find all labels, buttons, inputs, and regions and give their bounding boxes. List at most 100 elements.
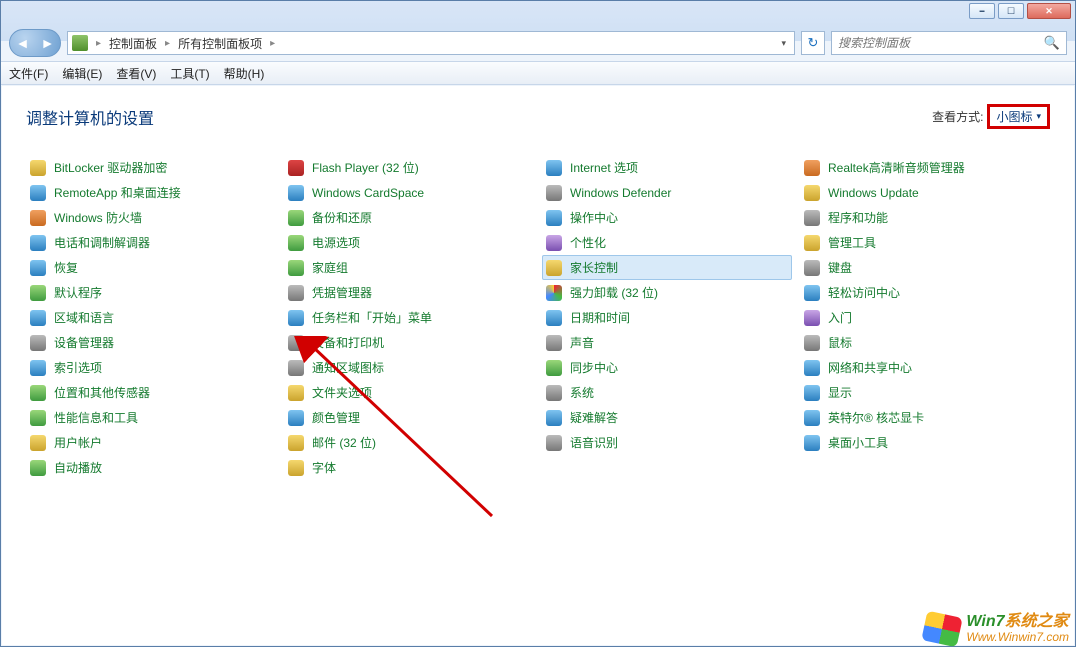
search-input[interactable] — [838, 36, 1044, 50]
address-dropdown[interactable]: ▾ — [777, 38, 790, 49]
control-panel-item[interactable]: 操作中心 — [542, 205, 792, 230]
control-panel-item-icon — [288, 285, 304, 301]
control-panel-item[interactable]: 语音识别 — [542, 430, 792, 455]
control-panel-item[interactable]: 恢复 — [26, 255, 276, 280]
control-panel-item[interactable]: Internet 选项 — [542, 155, 792, 180]
menu-edit[interactable]: 编辑(E) — [62, 65, 102, 82]
control-panel-item-icon — [546, 385, 562, 401]
control-panel-item-label: 显示 — [828, 384, 852, 401]
view-by-dropdown[interactable]: 小图标 — [996, 108, 1041, 125]
control-panel-item-label: 语音识别 — [570, 434, 618, 451]
control-panel-item-label: 声音 — [570, 334, 594, 351]
menu-view[interactable]: 查看(V) — [116, 65, 156, 82]
control-panel-item[interactable]: RemoteApp 和桌面连接 — [26, 180, 276, 205]
control-panel-item[interactable]: 位置和其他传感器 — [26, 380, 276, 405]
control-panel-item-label: 索引选项 — [54, 359, 102, 376]
menu-help[interactable]: 帮助(H) — [224, 65, 265, 82]
control-panel-item[interactable]: 网络和共享中心 — [800, 355, 1050, 380]
control-panel-item[interactable]: 设备和打印机 — [284, 330, 534, 355]
control-panel-item[interactable]: 疑难解答 — [542, 405, 792, 430]
control-panel-item[interactable]: 轻松访问中心 — [800, 280, 1050, 305]
control-panel-item-icon — [804, 285, 820, 301]
control-panel-item[interactable]: 字体 — [284, 455, 534, 480]
control-panel-item[interactable]: 声音 — [542, 330, 792, 355]
control-panel-item-icon — [804, 410, 820, 426]
navigation-bar: ◄ ► ▸ 控制面板 ▸ 所有控制面板项 ▸ ▾ ↻ 🔍 — [1, 25, 1075, 61]
search-icon[interactable]: 🔍 — [1044, 35, 1060, 51]
control-panel-item[interactable]: 用户帐户 — [26, 430, 276, 455]
control-panel-item[interactable]: 备份和还原 — [284, 205, 534, 230]
control-panel-item[interactable]: Windows Update — [800, 180, 1050, 205]
control-panel-item[interactable]: 文件夹选项 — [284, 380, 534, 405]
control-panel-item-label: 网络和共享中心 — [828, 359, 912, 376]
control-panel-item-label: Windows Update — [828, 186, 919, 200]
control-panel-item[interactable]: Flash Player (32 位) — [284, 155, 534, 180]
control-panel-item[interactable]: 家庭组 — [284, 255, 534, 280]
control-panel-item[interactable]: 入门 — [800, 305, 1050, 330]
control-panel-item[interactable]: 设备管理器 — [26, 330, 276, 355]
control-panel-item[interactable]: 邮件 (32 位) — [284, 430, 534, 455]
control-panel-item-label: 日期和时间 — [570, 309, 630, 326]
control-panel-item-icon — [30, 210, 46, 226]
control-panel-item[interactable]: 系统 — [542, 380, 792, 405]
control-panel-item[interactable]: 索引选项 — [26, 355, 276, 380]
control-panel-item-label: 操作中心 — [570, 209, 618, 226]
control-panel-item-label: 系统 — [570, 384, 594, 401]
forward-button[interactable]: ► — [35, 30, 60, 56]
control-panel-item-icon — [546, 435, 562, 451]
control-panel-item[interactable]: 任务栏和「开始」菜单 — [284, 305, 534, 330]
control-panel-item[interactable]: Windows CardSpace — [284, 180, 534, 205]
control-panel-item[interactable]: Windows Defender — [542, 180, 792, 205]
control-panel-item[interactable]: 日期和时间 — [542, 305, 792, 330]
control-panel-item[interactable]: 管理工具 — [800, 230, 1050, 255]
breadcrumb-seg-1[interactable]: 控制面板 — [109, 35, 157, 52]
control-panel-item[interactable]: Windows 防火墙 — [26, 205, 276, 230]
control-panel-item[interactable]: Realtek高清晰音频管理器 — [800, 155, 1050, 180]
control-panel-item[interactable]: 个性化 — [542, 230, 792, 255]
control-panel-item[interactable]: 键盘 — [800, 255, 1050, 280]
control-panel-item[interactable]: 自动播放 — [26, 455, 276, 480]
control-panel-item[interactable]: 同步中心 — [542, 355, 792, 380]
control-panel-item-icon — [804, 235, 820, 251]
control-panel-item-icon — [288, 385, 304, 401]
refresh-button[interactable]: ↻ — [801, 31, 825, 55]
control-panel-item-icon — [804, 260, 820, 276]
control-panel-item[interactable]: 桌面小工具 — [800, 430, 1050, 455]
address-bar[interactable]: ▸ 控制面板 ▸ 所有控制面板项 ▸ ▾ — [67, 31, 795, 55]
control-panel-item-icon — [30, 360, 46, 376]
menu-tools[interactable]: 工具(T) — [170, 65, 209, 82]
control-panel-item-label: 管理工具 — [828, 234, 876, 251]
control-panel-item-label: 桌面小工具 — [828, 434, 888, 451]
menu-file[interactable]: 文件(F) — [9, 65, 48, 82]
breadcrumb-seg-2[interactable]: 所有控制面板项 — [178, 35, 262, 52]
maximize-button[interactable] — [998, 3, 1024, 19]
control-panel-item-icon — [546, 260, 562, 276]
control-panel-item[interactable]: 显示 — [800, 380, 1050, 405]
control-panel-item[interactable]: 强力卸载 (32 位) — [542, 280, 792, 305]
control-panel-item[interactable]: 区域和语言 — [26, 305, 276, 330]
control-panel-item-icon — [30, 185, 46, 201]
control-panel-item[interactable]: 鼠标 — [800, 330, 1050, 355]
control-panel-item[interactable]: 电话和调制解调器 — [26, 230, 276, 255]
control-panel-item-label: 家长控制 — [570, 259, 618, 276]
control-panel-item[interactable]: 性能信息和工具 — [26, 405, 276, 430]
control-panel-item[interactable]: 通知区域图标 — [284, 355, 534, 380]
minimize-button[interactable] — [969, 3, 995, 19]
page-title: 调整计算机的设置 — [26, 105, 154, 129]
control-panel-item[interactable]: 英特尔® 核芯显卡 — [800, 405, 1050, 430]
control-panel-item-label: Windows 防火墙 — [54, 209, 142, 226]
control-panel-item[interactable]: 默认程序 — [26, 280, 276, 305]
control-panel-item-label: 自动播放 — [54, 459, 102, 476]
control-panel-item[interactable]: BitLocker 驱动器加密 — [26, 155, 276, 180]
control-panel-item-label: 颜色管理 — [312, 409, 360, 426]
back-button[interactable]: ◄ — [10, 30, 35, 56]
control-panel-item[interactable]: 家长控制 — [542, 255, 792, 280]
control-panel-item[interactable]: 电源选项 — [284, 230, 534, 255]
control-panel-item[interactable]: 颜色管理 — [284, 405, 534, 430]
close-button[interactable] — [1027, 3, 1071, 19]
control-panel-item-label: 键盘 — [828, 259, 852, 276]
control-panel-item[interactable]: 程序和功能 — [800, 205, 1050, 230]
control-panel-item-label: 鼠标 — [828, 334, 852, 351]
search-box[interactable]: 🔍 — [831, 31, 1067, 55]
control-panel-item[interactable]: 凭据管理器 — [284, 280, 534, 305]
